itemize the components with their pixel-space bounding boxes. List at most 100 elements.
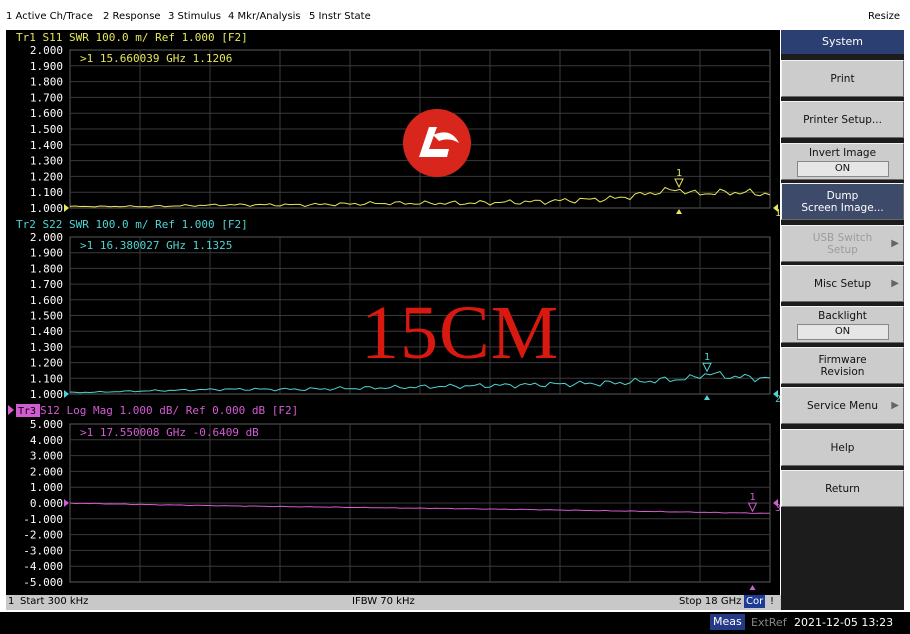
y-tick-label: 0.000 bbox=[30, 497, 63, 510]
menu-instr-state[interactable]: 5 Instr State bbox=[309, 11, 371, 22]
softkey-label: Print bbox=[830, 72, 855, 85]
softkey-label: Screen Image... bbox=[801, 201, 884, 214]
y-tick-label: -5.000 bbox=[23, 576, 63, 589]
menu-stimulus[interactable]: 3 Stimulus bbox=[168, 11, 221, 22]
channel-number: 1 bbox=[8, 596, 15, 607]
y-tick-label: 1.400 bbox=[30, 325, 63, 338]
submenu-arrow-icon: ▶ bbox=[891, 399, 899, 411]
y-tick-label: 1.500 bbox=[30, 123, 63, 136]
softkey-label: Service Menu bbox=[807, 399, 878, 412]
y-tick-label: 1.200 bbox=[30, 357, 63, 370]
extref-badge: ExtRef bbox=[751, 616, 787, 629]
status-bar: 1 Start 300 kHz IFBW 70 kHz Stop 18 GHz … bbox=[6, 595, 781, 610]
submenu-arrow-icon: ▶ bbox=[891, 277, 899, 289]
marker-label: 1 bbox=[704, 352, 710, 363]
trace-header: Tr2 S22 SWR 100.0 m/ Ref 1.000 [F2] bbox=[16, 218, 248, 231]
trace-header: Tr1 S11 SWR 100.0 m/ Ref 1.000 [F2] bbox=[16, 31, 248, 44]
softkey-label: Setup bbox=[827, 243, 858, 256]
softkey-usb-switch-setup[interactable]: USB Switch Setup ▶ bbox=[781, 225, 904, 262]
measurement-screen: Tr1 S11 SWR 100.0 m/ Ref 1.000 [F2] 2.000… bbox=[6, 30, 780, 595]
y-tick-label: 1.800 bbox=[30, 262, 63, 275]
marker-readout: >1 17.550008 GHz -0.6409 dB bbox=[80, 426, 259, 439]
softkey-label: USB Switch bbox=[812, 231, 873, 244]
ifbw-value[interactable]: IFBW 70 kHz bbox=[352, 596, 415, 607]
reference-arrow-icon bbox=[64, 499, 69, 507]
y-tick-label: 2.000 bbox=[30, 465, 63, 478]
menu-resize[interactable]: Resize bbox=[868, 11, 900, 22]
softkey-state: ON bbox=[796, 160, 889, 177]
softkey-panel: System Print Printer Setup... Invert Image… bbox=[781, 30, 904, 610]
y-tick-label: -4.000 bbox=[23, 560, 63, 573]
softkey-print[interactable]: Print bbox=[781, 60, 904, 97]
softkey-service-menu[interactable]: Service Menu ▶ bbox=[781, 387, 904, 424]
y-tick-label: 1.900 bbox=[30, 60, 63, 73]
softkey-label: Firmware bbox=[818, 353, 867, 366]
menu-active-ch-trace[interactable]: 1 Active Ch/Trace bbox=[6, 11, 93, 22]
trace-end-label: 2 bbox=[775, 394, 780, 405]
y-tick-label: 1.300 bbox=[30, 155, 63, 168]
marker-readout: >1 15.660039 GHz 1.1206 bbox=[80, 52, 232, 65]
softkey-panel-title: System bbox=[781, 30, 904, 54]
marker-position-icon bbox=[676, 209, 682, 214]
y-tick-label: 1.500 bbox=[30, 310, 63, 323]
active-trace-arrow-icon bbox=[8, 405, 14, 415]
reference-arrow-icon bbox=[64, 204, 69, 212]
y-tick-label: 1.600 bbox=[30, 107, 63, 120]
y-tick-label: -3.000 bbox=[23, 544, 63, 557]
marker-position-icon bbox=[749, 585, 756, 590]
y-tick-label: 1.100 bbox=[30, 372, 63, 385]
trace-indicator-label: Tr3 bbox=[18, 406, 36, 417]
marker-position-icon bbox=[704, 395, 710, 400]
y-tick-label: 1.200 bbox=[30, 170, 63, 183]
marker-triangle-icon bbox=[747, 502, 758, 513]
y-tick-label: 1.100 bbox=[30, 186, 63, 199]
y-tick-label: 1.700 bbox=[30, 91, 63, 104]
menu-response[interactable]: 2 Response bbox=[103, 11, 161, 22]
y-tick-label: -1.000 bbox=[23, 513, 63, 526]
correction-badge: Cor bbox=[744, 595, 766, 608]
softkey-label: Revision bbox=[820, 365, 865, 378]
menu-mkr-analysis[interactable]: 4 Mkr/Analysis bbox=[228, 11, 301, 22]
softkey-misc-setup[interactable]: Misc Setup ▶ bbox=[781, 265, 904, 302]
softkey-state: ON bbox=[796, 323, 889, 340]
warning-badge: ! bbox=[770, 596, 775, 607]
submenu-arrow-icon: ▶ bbox=[891, 237, 899, 249]
instrument-status-bar: Meas ExtRef 2021-12-05 13:23 bbox=[0, 612, 910, 634]
datetime-label: 2021-12-05 13:23 bbox=[794, 616, 894, 629]
softkey-help[interactable]: Help bbox=[781, 429, 904, 466]
stop-frequency[interactable]: Stop 18 GHz bbox=[679, 596, 741, 607]
marker-triangle-icon bbox=[702, 362, 712, 373]
y-tick-label: 1.600 bbox=[30, 294, 63, 307]
trace-end-label: 3 bbox=[775, 503, 780, 514]
softkey-label: Misc Setup bbox=[813, 277, 872, 290]
y-tick-label: 1.700 bbox=[30, 278, 63, 291]
trace-end-label: 1 bbox=[775, 208, 780, 219]
softkey-dump-screen-image[interactable]: Dump Screen Image... bbox=[781, 183, 904, 220]
watermark-label: 15CM bbox=[361, 291, 560, 375]
softkey-printer-setup[interactable]: Printer Setup... bbox=[781, 101, 904, 138]
softkey-label: Dump bbox=[826, 189, 859, 202]
y-tick-label: 1.300 bbox=[30, 341, 63, 354]
meas-badge: Meas bbox=[710, 614, 745, 630]
y-tick-label: 5.000 bbox=[30, 418, 63, 431]
trace-header: S12 Log Mag 1.000 dB/ Ref 0.000 dB [F2] bbox=[40, 404, 298, 417]
softkey-label: Printer Setup... bbox=[803, 113, 882, 126]
softkey-invert-image[interactable]: Invert Image ON bbox=[781, 143, 904, 180]
marker-triangle-icon bbox=[674, 178, 684, 189]
softkey-backlight[interactable]: Backlight ON bbox=[781, 306, 904, 343]
softkey-return[interactable]: Return bbox=[781, 470, 904, 507]
softkey-label: Help bbox=[830, 441, 855, 454]
y-tick-label: 3.000 bbox=[30, 450, 63, 463]
start-frequency[interactable]: Start 300 kHz bbox=[20, 596, 88, 607]
y-tick-label: 1.800 bbox=[30, 76, 63, 89]
y-tick-label: 1.000 bbox=[30, 388, 63, 401]
y-tick-label: -2.000 bbox=[23, 529, 63, 542]
y-tick-label: 1.400 bbox=[30, 139, 63, 152]
softkey-firmware-revision[interactable]: Firmware Revision bbox=[781, 347, 904, 384]
menu-bar: 1 Active Ch/Trace 2 Response 3 Stimulus … bbox=[0, 0, 910, 34]
marker-label: 1 bbox=[676, 168, 682, 179]
softkey-label: Backlight bbox=[818, 309, 867, 322]
y-tick-label: 1.000 bbox=[30, 481, 63, 494]
y-tick-label: 1.900 bbox=[30, 247, 63, 260]
reference-arrow-icon bbox=[64, 390, 69, 398]
